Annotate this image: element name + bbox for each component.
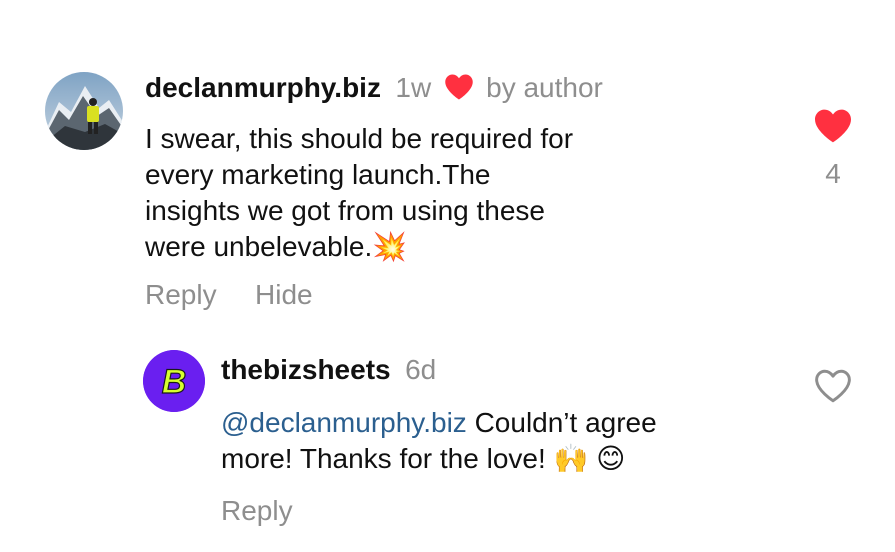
comment: declanmurphy.biz 1w by author I swear, t… (0, 0, 895, 320)
reply-actions: Reply (221, 495, 293, 527)
comment-text-line: were unbelevable.💥 (145, 231, 408, 262)
reply-button[interactable]: Reply (145, 279, 217, 310)
reply-comment: B thebizsheets 6d @declanmurphy.biz Coul… (0, 330, 895, 552)
avatar-letter: B (162, 363, 187, 401)
comment-text-line: I swear, this should be required for (145, 123, 574, 154)
mountain-climber-photo (45, 72, 123, 150)
hide-button[interactable]: Hide (255, 279, 313, 310)
comment-actions: Reply Hide (145, 279, 313, 311)
comment-header: declanmurphy.biz 1w by author (145, 72, 603, 106)
avatar[interactable]: B (143, 350, 205, 412)
reply-text-line: @declanmurphy.biz Couldn’t agree (221, 405, 781, 441)
comment-like: 4 (805, 108, 861, 190)
comment-text-line: insights we got from using these (145, 195, 545, 226)
avatar[interactable] (45, 72, 123, 150)
like-heart-filled-icon[interactable] (805, 108, 861, 148)
reply-text-part: Couldn’t agree (466, 407, 657, 438)
comment-username[interactable]: declanmurphy.biz (145, 72, 381, 103)
comment-timestamp: 1w (395, 72, 432, 103)
mention-link[interactable]: @declanmurphy.biz (221, 407, 467, 438)
reply-text-line: more! Thanks for the love! 🙌 😊 (221, 443, 626, 474)
liked-by-author-label: by author (486, 72, 603, 103)
brand-logo-icon: B (143, 350, 205, 412)
comment-text: I swear, this should be required for eve… (145, 121, 765, 265)
like-heart-outline-icon[interactable] (810, 368, 856, 409)
reply-username[interactable]: thebizsheets (221, 354, 391, 385)
reply-like (810, 368, 856, 409)
reply-timestamp: 6d (405, 354, 437, 385)
comment-text-line: every marketing launch.The (145, 159, 491, 190)
liked-by-author-heart-icon (444, 73, 474, 106)
reply-header: thebizsheets 6d (221, 354, 436, 386)
reply-text: @declanmurphy.biz Couldn’t agree more! T… (221, 405, 781, 477)
reply-button[interactable]: Reply (221, 495, 293, 526)
like-count[interactable]: 4 (805, 158, 861, 190)
